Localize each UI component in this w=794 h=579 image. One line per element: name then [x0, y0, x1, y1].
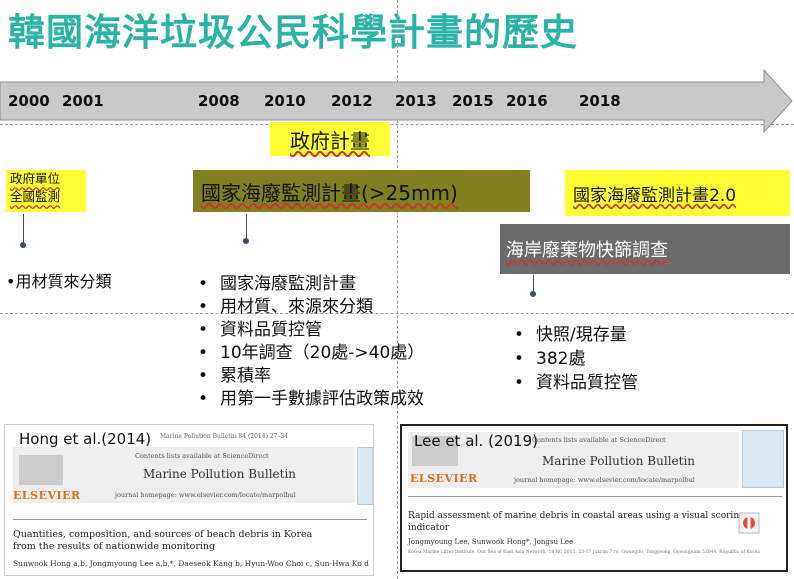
contents-line: Contents lists available at ScienceDirec… [135, 452, 269, 460]
gov-plan-box: 政府計畫 [270, 122, 390, 156]
article-authors: Jongmyoung Lee, Sunwook Hong*, Jongsu Le… [408, 538, 574, 546]
journal-homepage: journal homepage: www.elsevier.com/locat… [514, 476, 695, 484]
left-note: •用材質來分類 [6, 272, 112, 291]
year-label: 2015 [452, 92, 494, 110]
journal-cover [357, 447, 373, 505]
gov-plan-label: 政府計畫 [290, 128, 370, 153]
contents-line: Contents lists available at ScienceDirec… [532, 436, 666, 444]
connector-dot [243, 238, 249, 244]
middle-bullet-list: 國家海廢監測計畫 用材質、來源來分類 資料品質控管 10年調查（20處->40處… [196, 273, 424, 411]
divider [408, 496, 782, 497]
year-label: 2008 [198, 92, 240, 110]
national-monitoring-label: 國家海廢監測計畫(>25mm) [201, 180, 458, 205]
list-item: 快照/現存量 [512, 323, 638, 347]
year-label: 2001 [62, 92, 104, 110]
year-label: 2018 [579, 92, 621, 110]
gov-unit-line2: 全國監測 [10, 189, 61, 204]
year-label: 2013 [395, 92, 437, 110]
publisher-logo: ELSEVIER [13, 489, 81, 502]
article-title-line2: indicator [408, 523, 450, 533]
list-item: 10年調查（20處->40處） [196, 342, 424, 365]
paper-caption: Hong et al.(2014) [19, 430, 152, 448]
coastal-screening-label: 海岸廢棄物快篩調查 [506, 240, 668, 261]
year-label: 2000 [8, 92, 50, 110]
national-monitoring-2-box: 國家海廢監測計畫2.0 [565, 170, 790, 216]
journal-name: Marine Pollution Bulletin [542, 454, 696, 468]
national-monitoring-2-label: 國家海廢監測計畫2.0 [573, 185, 737, 206]
article-title-line1: Quantities, composition, and sources of … [13, 529, 313, 540]
connector-line [23, 214, 24, 244]
journal-homepage: journal homepage: www.elsevier.com/locat… [115, 491, 296, 499]
list-item: 用第一手數據評估政策成效 [196, 388, 424, 411]
list-item: 累積率 [196, 365, 424, 388]
journal-cover [742, 430, 784, 488]
crossmark-icon [738, 512, 760, 534]
article-title-line2: from the results of nationwide monitorin… [13, 541, 216, 552]
list-item: 用材質、來源來分類 [196, 296, 424, 319]
publisher-logo: ELSEVIER [410, 472, 478, 485]
gov-unit-box: 政府單位 全國監測 [6, 170, 86, 212]
coastal-screening-box: 海岸廢棄物快篩調查 [500, 224, 790, 274]
page-title: 韓國海洋垃圾公民科學計畫的歷史 [8, 11, 578, 54]
connector-dot [20, 242, 26, 248]
connector-line [246, 214, 247, 240]
year-label: 2016 [506, 92, 548, 110]
list-item: 382處 [512, 347, 638, 371]
paper-lee-2019: ELSEVIER Lee et al. (2019) Contents list… [400, 424, 788, 572]
year-label: 2010 [264, 92, 306, 110]
right-bullet-list: 快照/現存量 382處 資料品質控管 [512, 323, 638, 395]
elsevier-tree-logo [19, 455, 63, 485]
paper-hong-2014: Hong et al.(2014) Marine Pollution Bulle… [4, 424, 374, 576]
list-item: 資料品質控管 [196, 319, 424, 342]
divider [13, 519, 367, 520]
list-item: 資料品質控管 [512, 371, 638, 395]
national-monitoring-box: 國家海廢監測計畫(>25mm) [193, 170, 530, 212]
article-authors: Sunwook Hong a,b, Jongmyoung Lee a,b,*, … [13, 559, 369, 568]
article-affiliation: Korea Marine Litter Institute, Our Sea o… [408, 550, 760, 555]
year-label: 2012 [331, 92, 373, 110]
gov-unit-line1: 政府單位 [10, 171, 61, 186]
paper-caption: Lee et al. (2019) [414, 432, 538, 450]
journal-name: Marine Pollution Bulletin [143, 467, 297, 481]
connector-dot [530, 291, 536, 297]
list-item: 國家海廢監測計畫 [196, 273, 424, 296]
article-title-line1: Rapid assessment of marine debris in coa… [408, 511, 745, 521]
paper-meta: Marine Pollution Bulletin 84 (2014) 27–3… [160, 433, 289, 440]
